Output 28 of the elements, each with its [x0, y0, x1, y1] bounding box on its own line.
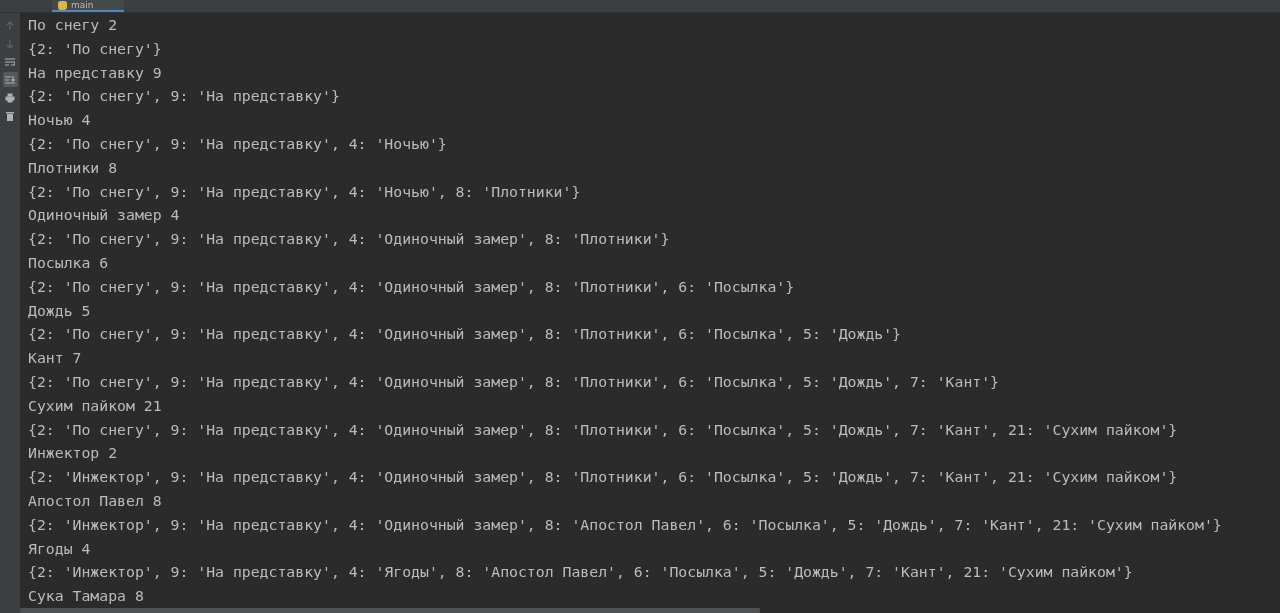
output-line: {2: 'По снегу'}: [28, 38, 163, 59]
output-line: Посылка 6: [28, 252, 110, 273]
output-line: Апостол Павел 8: [28, 490, 163, 511]
output-line: Сухим пайком 21: [28, 395, 163, 416]
output-line: {2: 'По снегу', 9: 'На представку', 4: 'Ночью', 8: 'Плотники'}: [28, 181, 582, 202]
output-line: {2: 'По снегу', 9: 'На представку', 4: 'Одиночный замер', 8: 'Плотники', 6: 'Посылка', 5: 'Дождь'}: [28, 324, 903, 345]
output-line: Кант 7: [28, 348, 83, 369]
scroll-to-end-icon[interactable]: [2, 72, 18, 87]
output-line: {2: 'По снегу', 9: 'На представку', 4: 'Одиночный замер', 8: 'Плотники', 6: 'Посылка'}: [28, 276, 796, 297]
output-line: {2: 'Инжектор', 9: 'На представку', 4: 'Одиночный замер', 8: 'Плотники', 6: 'Посылка', 5: 'Дождь', 7: 'Кант', 21: 'Сухим пайком'}: [28, 467, 1179, 488]
horizontal-scrollbar[interactable]: [20, 608, 760, 613]
output-line: Дождь 5: [28, 300, 92, 321]
output-line: {2: 'По снегу', 9: 'На представку', 4: 'Одиночный замер', 8: 'Плотники'}: [28, 229, 671, 250]
output-line: Ночью 4: [28, 110, 92, 131]
output-line: {2: 'По снегу', 9: 'На представку', 4: 'Одиночный замер', 8: 'Плотники', 6: 'Посылка', 5: 'Дождь', 7: 'Кант'}: [28, 371, 1001, 392]
output-line: {2: 'По снегу', 9: 'На представку'}: [28, 86, 341, 107]
output-line: На представку 9: [28, 62, 163, 83]
output-line: {2: 'По снегу', 9: 'На представку', 4: 'Одиночный замер', 8: 'Плотники', 6: 'Посылка', 5: 'Дождь', 7: 'Кант', 21: 'Сухим пайком'}: [28, 419, 1179, 440]
run-tab[interactable]: main: [52, 0, 124, 12]
output-line: {2: 'Инжектор', 9: 'На представку', 4: 'Одиночный замер', 8: 'Апостол Павел', 6: 'Посылка', 5: 'Дождь', 7: 'Кант', 21: 'Сухим пайком'}: [28, 514, 1223, 535]
output-line: Сука Тамара 8: [28, 586, 145, 607]
output-line: Ягоды 4: [28, 538, 92, 559]
output-line: Плотники 8: [28, 157, 119, 178]
output-line: Одиночный замер 4: [28, 205, 181, 226]
output-line: По снегу 2: [28, 15, 119, 35]
output-line: {2: 'Инжектор', 9: 'На представку', 4: 'Ягоды', 8: 'Апостол Павел', 6: 'Посылка', 5: 'Дождь', 7: 'Кант', 21: 'Сухим пайком'}: [28, 562, 1134, 583]
output-line: {2: 'По снегу', 9: 'На представку', 4: 'Ночью'}: [28, 134, 448, 154]
output-line: Инжектор 2: [28, 443, 119, 464]
